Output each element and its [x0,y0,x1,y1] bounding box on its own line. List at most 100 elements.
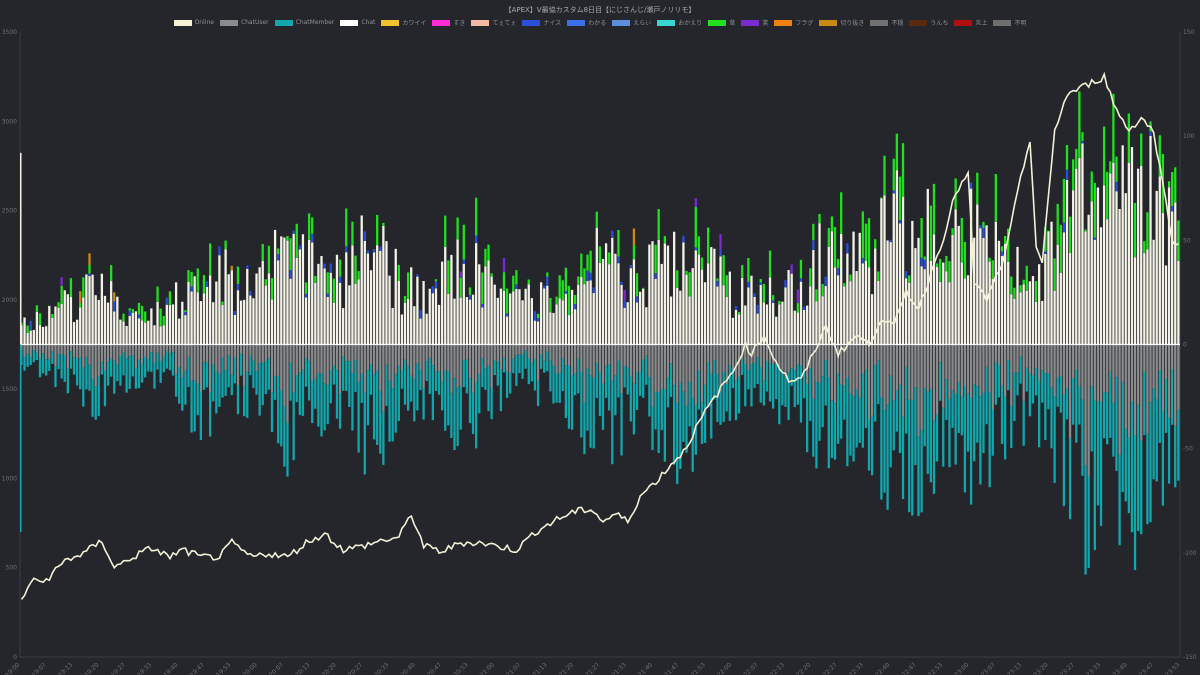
chatmember-bar [539,354,543,369]
kusa-bar [1146,212,1149,250]
chat-bar [685,274,688,345]
misc-bar [459,271,462,278]
chatmember-bar [193,380,196,432]
nice-bar [128,310,131,316]
chatmember-bar [218,373,221,407]
chatuser-bar [617,344,620,361]
misc-bar [694,198,697,207]
chat-bar [1056,244,1059,345]
chat-bar [809,286,812,345]
kusa-bar [1056,203,1059,245]
chatuser-bar [957,344,960,383]
chatmember-bar [72,357,76,375]
misc-bar [502,258,506,273]
chatmember-bar [360,373,363,403]
chat-bar [802,309,806,345]
chat-bar [329,272,332,345]
chatmember-bar [91,379,94,417]
chat-bar [583,284,586,345]
chatuser-bar [935,344,939,415]
chatmember-bar [932,420,936,494]
x-tick-label: 19:00 [4,661,21,675]
chat-bar [413,306,416,345]
chatmember-bar [484,368,487,390]
chat-bar [187,281,190,345]
chat-bar [45,326,48,345]
x-tick-label: 23:33 [1085,661,1102,675]
chat-bar [713,248,716,345]
nice-bar [515,284,518,289]
chatuser-bar [499,344,503,370]
kusa-bar [561,280,564,301]
chatmember-bar [963,386,967,493]
chatmember-bar [329,370,332,404]
misc-bar [79,291,82,304]
chatuser-bar [849,344,852,394]
x-tick-label: 21:07 [505,661,522,675]
chatuser-bar [360,344,363,374]
y-left-tick-label: 0 [13,654,17,661]
chatuser-bar [1093,344,1096,401]
kusa-bar [1072,159,1075,191]
chat-bar [332,302,336,345]
chat-bar [988,261,991,345]
chatmember-bar [106,361,110,386]
kusa-bar [345,208,348,247]
chatmember-bar [215,370,218,414]
chat-bar [295,257,298,345]
kusa-bar [382,222,385,226]
chatuser-bar [722,344,725,372]
chat-bar [410,267,413,345]
chatuser-bar [567,344,571,366]
chatmember-bar [1050,387,1053,449]
chatmember-bar [131,355,134,377]
kusa-bar [836,258,840,269]
kusa-bar [326,272,329,294]
chatuser-bar [196,344,199,384]
chatuser-bar [858,344,861,398]
kusa-bar [935,263,939,267]
chat-bar [858,232,861,345]
chat-bar [635,302,639,345]
chatmember-bar [1102,392,1106,439]
chat-bar [106,302,110,345]
chat-bar [230,270,233,345]
chatmember-bar [1016,372,1019,396]
chatuser-bar [530,344,533,363]
chat-bar [657,239,660,345]
kusa-bar [775,316,778,317]
nice-bar [1065,169,1069,180]
chatuser-bar [691,344,694,398]
chatmember-bar [94,386,97,420]
chatmember-bar [1000,385,1004,444]
chatmember-bar [874,365,877,422]
chatuser-bar [570,344,574,376]
chat-bar [518,289,521,345]
nice-bar [694,247,697,251]
x-tick-label: 23:20 [1032,661,1049,675]
chatmember-bar [258,363,261,416]
chatmember-bar [1167,417,1171,484]
chatuser-bar [973,344,976,385]
chat-bar [592,292,595,345]
kusa-bar [771,295,775,301]
chatuser-bar [1016,344,1019,373]
chatuser-bar [710,344,713,374]
chatmember-bar [969,397,973,505]
chat-bar [178,318,181,345]
chatmember-bar [1093,400,1096,551]
chatuser-bar [221,344,224,358]
chat-bar [32,329,35,345]
chat-bar [595,227,598,345]
chatmember-bar [635,372,639,410]
chatmember-bar [883,410,886,493]
chat-bar [574,309,577,345]
chatmember-bar [1062,394,1066,507]
chatuser-bar [574,344,577,374]
chatuser-bar [329,344,332,371]
kusa-bar [128,308,131,311]
kusa-bar [351,221,354,246]
chat-bar [552,312,555,345]
chatmember-bar [447,371,450,426]
chatuser-bar [864,344,868,370]
